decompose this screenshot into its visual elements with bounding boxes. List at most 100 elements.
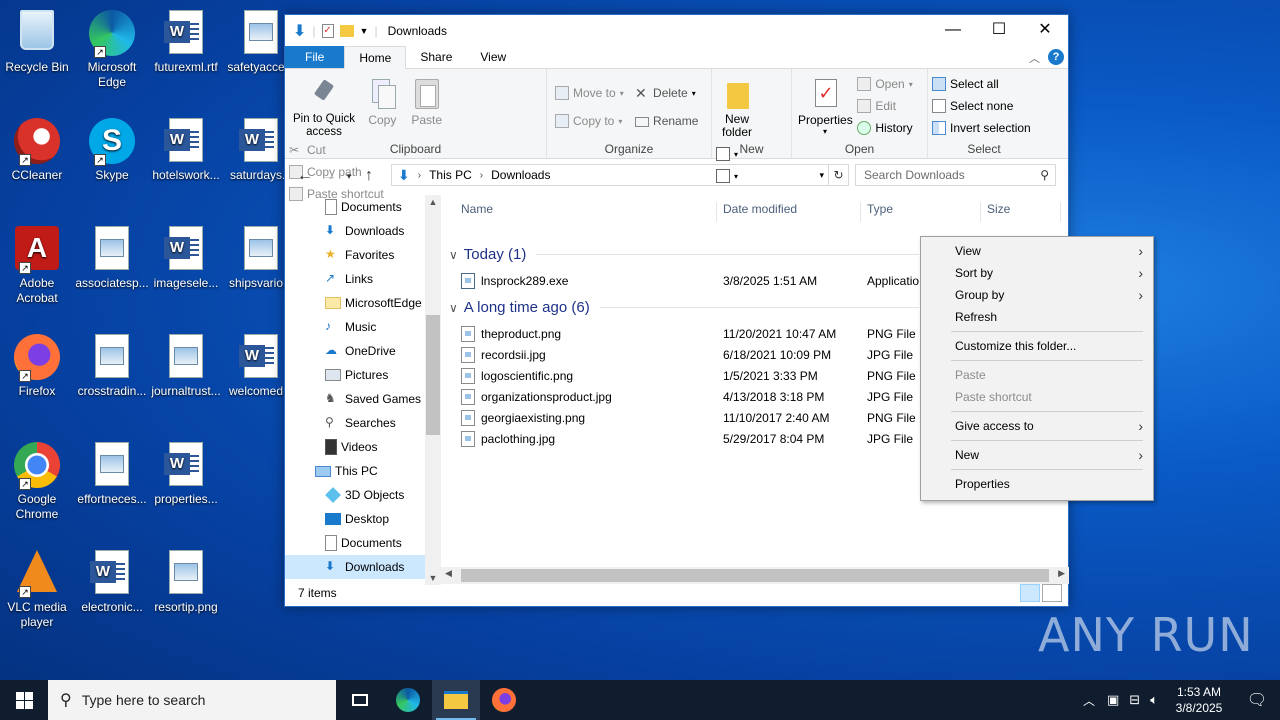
show-hidden-icons-icon[interactable]: ︿ [1083,692,1095,709]
tab-file[interactable]: File [285,46,345,68]
nav-item-this-pc[interactable]: This PC [285,459,425,483]
desktop-icon-crosstradin[interactable]: crosstradin... [75,330,149,399]
menu-item-new[interactable]: New › [921,444,1153,466]
notifications-icon[interactable]: 🗨︎ [1234,690,1280,710]
nav-item-searches[interactable]: ⚲ Searches [285,411,425,435]
group-header-long-ago[interactable]: ∨ A long time ago (6) [449,299,919,316]
desktop-icon-vlc[interactable]: ↗ VLC media player [0,546,74,630]
desktop-icon-associatesp[interactable]: associatesp... [75,222,149,291]
back-arrow-icon[interactable]: ← [293,167,317,185]
desktop-icon-properties[interactable]: W properties... [149,438,223,507]
menu-item-sort-by[interactable]: Sort by › [921,262,1153,284]
edit-button[interactable]: Edit [857,95,912,117]
task-view-button[interactable] [336,680,384,720]
nav-pane-scrollbar[interactable]: ▲ ▼ [425,195,441,585]
volume-icon[interactable]: 🔈︎ [1150,692,1158,708]
taskbar-firefox[interactable] [480,680,528,720]
menu-item-paste[interactable]: Paste [921,364,1153,386]
nav-item-onedrive[interactable]: ☁ OneDrive [285,339,425,363]
nav-item-favorites[interactable]: ★ Favorites [285,243,425,267]
history-button[interactable]: History [857,117,913,139]
desktop-icon-firefox[interactable]: ↗ Firefox [0,330,74,399]
breadcrumb-this-pc[interactable]: This PC [429,168,472,182]
up-arrow-icon[interactable]: ↑ [357,167,381,185]
network-icon[interactable]: ▣ [1107,692,1119,708]
desktop-icon-edge[interactable]: ↗ Microsoft Edge [75,6,149,90]
details-view-button[interactable] [1020,584,1040,602]
scroll-left-icon[interactable]: ◀ [445,568,452,579]
help-icon[interactable]: ? [1048,49,1064,65]
new-folder-button[interactable]: New folder [718,73,760,139]
down-arrow-icon[interactable]: ⬇ [293,21,306,41]
desktop-icon-chrome[interactable]: ↗ Google Chrome [0,438,74,522]
copy-to-button[interactable]: Copy to ▾ [555,107,624,135]
desktop-icon-recycle-bin[interactable]: Recycle Bin [0,6,74,75]
scroll-thumb[interactable] [461,569,1049,582]
refresh-button[interactable]: ↻ [829,164,849,186]
close-button[interactable]: ✕ [1022,15,1068,45]
nav-item-pictures[interactable]: Pictures [285,363,425,387]
address-bar[interactable]: ⬇ › This PC › Downloads ▾ [391,164,829,186]
nav-item-links[interactable]: ↗ Links [285,267,425,291]
taskbar-edge[interactable] [384,680,432,720]
desktop-icon-ccleaner[interactable]: ↗ CCleaner [0,114,74,183]
nav-item-microsoftedge[interactable]: MicrosoftEdge [285,291,425,315]
menu-item-give-access[interactable]: Give access to › [921,415,1153,437]
clock[interactable]: 1:53 AM 3/8/2025 [1164,684,1234,716]
desktop-icon-effortneces[interactable]: effortneces... [75,438,149,507]
menu-item-group-by[interactable]: Group by › [921,284,1153,306]
delete-button[interactable]: ✕ Delete ▾ [635,79,698,107]
address-dropdown-icon[interactable]: ▾ [819,170,824,181]
taskbar-search-input[interactable]: ⚲ Type here to search [48,680,336,720]
minimize-button[interactable]: — [930,15,976,45]
nav-item-3d-objects[interactable]: 3D Objects [285,483,425,507]
desktop-icon-futurexml[interactable]: W futurexml.rtf [149,6,223,75]
group-header-today[interactable]: ∨ Today (1) [449,246,919,263]
pin-quick-access-button[interactable]: Pin to Quick access [291,73,357,139]
collapse-ribbon-icon[interactable]: ︿ [1029,50,1040,66]
invert-selection-button[interactable]: Invert selection [932,117,1036,139]
customize-dropdown-icon[interactable]: ▼ [360,26,369,36]
nav-item-documents[interactable]: Documents [285,195,425,219]
nav-item-downloads-pc[interactable]: ⬇ Downloads [285,555,425,579]
properties-button[interactable]: ✓ Properties ▾ [798,73,853,136]
column-size[interactable]: Size [981,202,1061,222]
scroll-right-icon[interactable]: ▶ [1058,568,1065,579]
tab-home[interactable]: Home [344,46,407,69]
large-icons-view-button[interactable] [1042,584,1062,602]
copy-button[interactable]: Copy [364,73,400,127]
scroll-thumb[interactable] [426,315,440,435]
paste-button[interactable]: Paste [408,73,446,127]
menu-item-refresh[interactable]: Refresh [921,306,1153,328]
menu-item-view[interactable]: View › [921,240,1153,262]
desktop-icon-imagesele[interactable]: W imagesele... [149,222,223,291]
nav-item-saved-games[interactable]: ♞ Saved Games [285,387,425,411]
column-type[interactable]: Type [861,202,981,222]
menu-item-properties[interactable]: Properties [921,473,1153,495]
desktop-icon-skype[interactable]: S ↗ Skype [75,114,149,183]
select-all-button[interactable]: Select all [932,73,1036,95]
open-button[interactable]: Open ▾ [857,73,913,95]
nav-item-videos[interactable]: Videos [285,435,425,459]
move-to-button[interactable]: Move to ▾ [555,79,624,107]
nav-item-downloads[interactable]: ⬇ Downloads [285,219,425,243]
desktop-icon-hotelswork[interactable]: W hotelswork... [149,114,223,183]
column-name[interactable]: Name [455,202,717,222]
recent-locations-icon[interactable]: ▾ [341,171,357,182]
start-button[interactable] [0,680,48,720]
desktop-icon-adobe-acrobat[interactable]: A ↗ Adobe Acrobat [0,222,74,306]
nav-item-desktop[interactable]: Desktop [285,507,425,531]
network-wired-icon[interactable]: ⊟ [1129,692,1140,708]
desktop-icon-electronic[interactable]: W electronic... [75,546,149,615]
scroll-up-icon[interactable]: ▲ [425,197,441,207]
new-folder-icon[interactable] [339,25,354,37]
breadcrumb-downloads[interactable]: Downloads [491,168,550,182]
menu-item-paste-shortcut[interactable]: Paste shortcut [921,386,1153,408]
properties-check-icon[interactable]: ✓ [321,24,334,38]
rename-button[interactable]: Rename [635,107,698,135]
column-date-modified[interactable]: Date modified [717,202,861,222]
desktop-icon-resortip[interactable]: resortip.png [149,546,223,615]
desktop-icon-journaltrust[interactable]: journaltrust... [149,330,223,399]
search-input[interactable]: Search Downloads ⚲ [855,164,1056,186]
menu-item-customize[interactable]: Customize this folder... [921,335,1153,357]
